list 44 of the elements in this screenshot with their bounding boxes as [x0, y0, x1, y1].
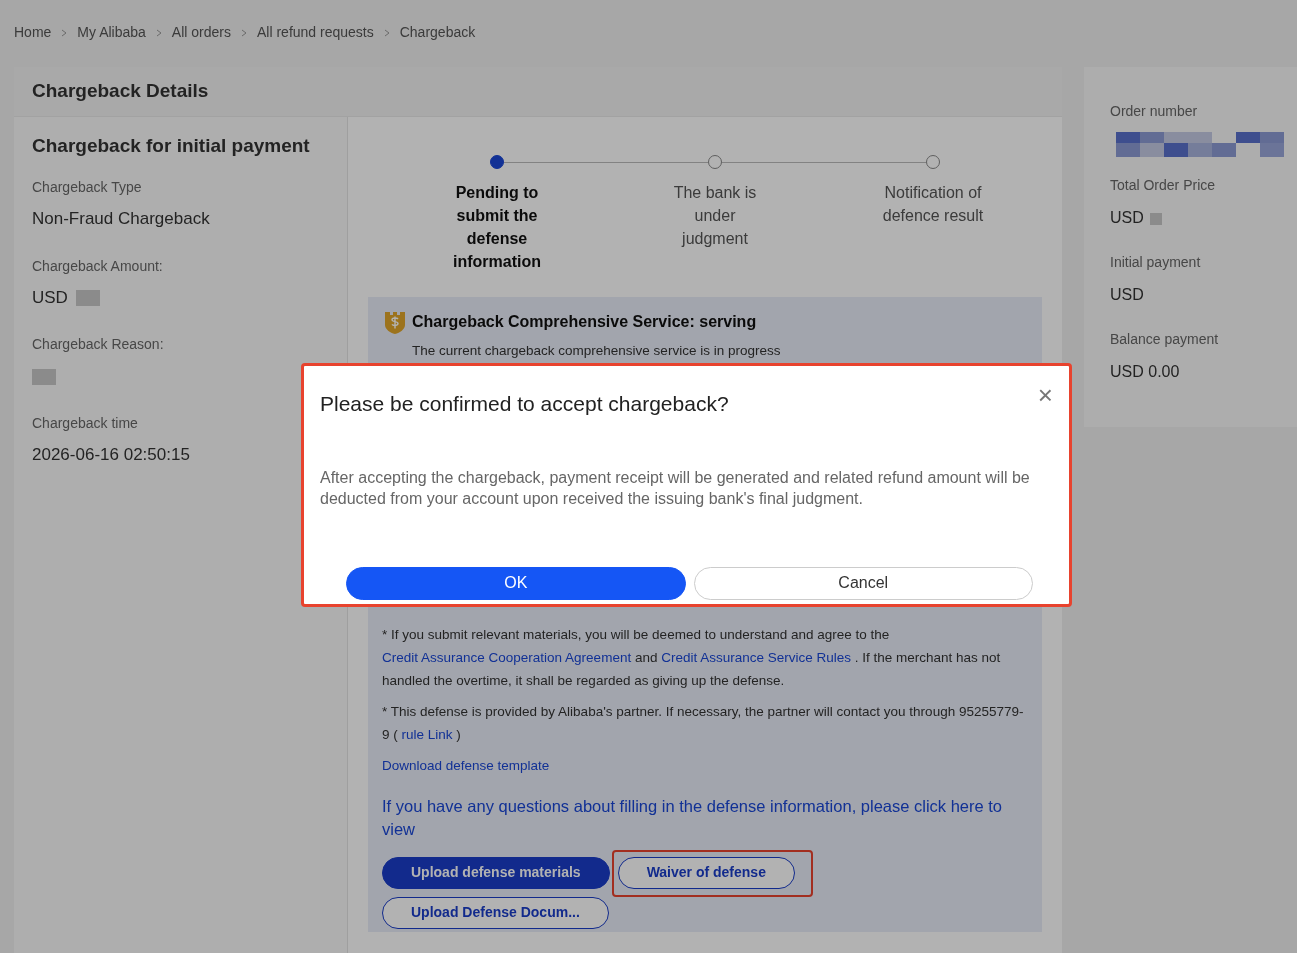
step-label: Pending to submit the defense information: [452, 182, 542, 272]
agreement-link[interactable]: Credit Assurance Service Rules: [661, 649, 852, 665]
service-title: Chargeback Comprehensive Service: serving: [412, 311, 757, 332]
step-label: The bank is under judgment: [672, 182, 758, 249]
order-value: USD: [1110, 286, 1144, 303]
service-status-text: The current chargeback comprehensive service is in progress: [412, 341, 782, 360]
breadcrumb-link[interactable]: All orders: [171, 22, 231, 43]
field-label: Chargeback Reason:: [32, 335, 165, 355]
order-label: Initial payment: [1110, 253, 1202, 272]
field-value: Non-Fraud Chargeback: [32, 209, 210, 229]
order-value: USD: [1110, 209, 1144, 226]
field-label: Chargeback Amount:: [32, 256, 164, 276]
note-text: * If you submit relevant materials, you will be deemed to understand and agree to the Credit Assurance Cooperation Agreement and Credit Assurance Service Rules . If the merchant has not handled the overtime, it shall be regarded as giving up the defense.: [382, 625, 1002, 690]
chevron-icon: [383, 28, 390, 37]
dialog-title: Please be confirmed to accept chargeback?: [320, 391, 729, 417]
agreement-link[interactable]: rule Link: [401, 726, 453, 742]
breadcrumb-current: Chargeback: [399, 23, 476, 42]
agreement-link[interactable]: Credit Assurance Cooperation Agreement: [382, 649, 632, 665]
ok-button[interactable]: OK: [346, 566, 686, 600]
order-value: USD 0.00: [1110, 363, 1180, 380]
breadcrumb-link[interactable]: Home: [14, 22, 52, 43]
dialog-message: After accepting the chargeback, payment receipt will be generated and related refund amount will be deducted from your account upon received the issuing bank's final judgment.: [320, 467, 1031, 509]
order-label: Balance payment: [1110, 330, 1220, 349]
chevron-icon: [61, 28, 68, 37]
order-label: Order number: [1110, 102, 1199, 121]
breadcrumb-link[interactable]: All refund requests: [257, 22, 374, 43]
note-text: * This defense is provided by Alibaba's partner. If necessary, the partner will contact you through 95255779-9 ( rule Link ): [382, 702, 1025, 744]
step-label: Notification of defence result: [881, 182, 985, 226]
chevron-icon: [241, 28, 247, 37]
field-value: 2026-06-16 02:50:15: [32, 444, 190, 464]
order-label: Total Order Price: [1110, 176, 1217, 195]
defense-button[interactable]: Waiver of defense: [617, 856, 795, 889]
cancel-button[interactable]: Cancel: [693, 566, 1033, 600]
field-label: Chargeback time: [32, 413, 139, 433]
field-value: USD: [32, 287, 68, 307]
close-button[interactable]: ×: [1037, 382, 1053, 408]
help-link[interactable]: If you have any questions about filling in the defense information, please click here to view: [382, 794, 1030, 841]
field-label: Chargeback Type: [32, 178, 143, 198]
summary-title: Chargeback for initial payment: [32, 134, 311, 158]
template-link[interactable]: Download defense template: [382, 753, 550, 777]
breadcrumb-link[interactable]: My Alibaba: [77, 22, 146, 43]
defense-button[interactable]: Upload defense materials: [382, 856, 610, 889]
defense-button[interactable]: Upload Defense Docum...: [382, 896, 609, 929]
chevron-icon: [155, 28, 162, 37]
